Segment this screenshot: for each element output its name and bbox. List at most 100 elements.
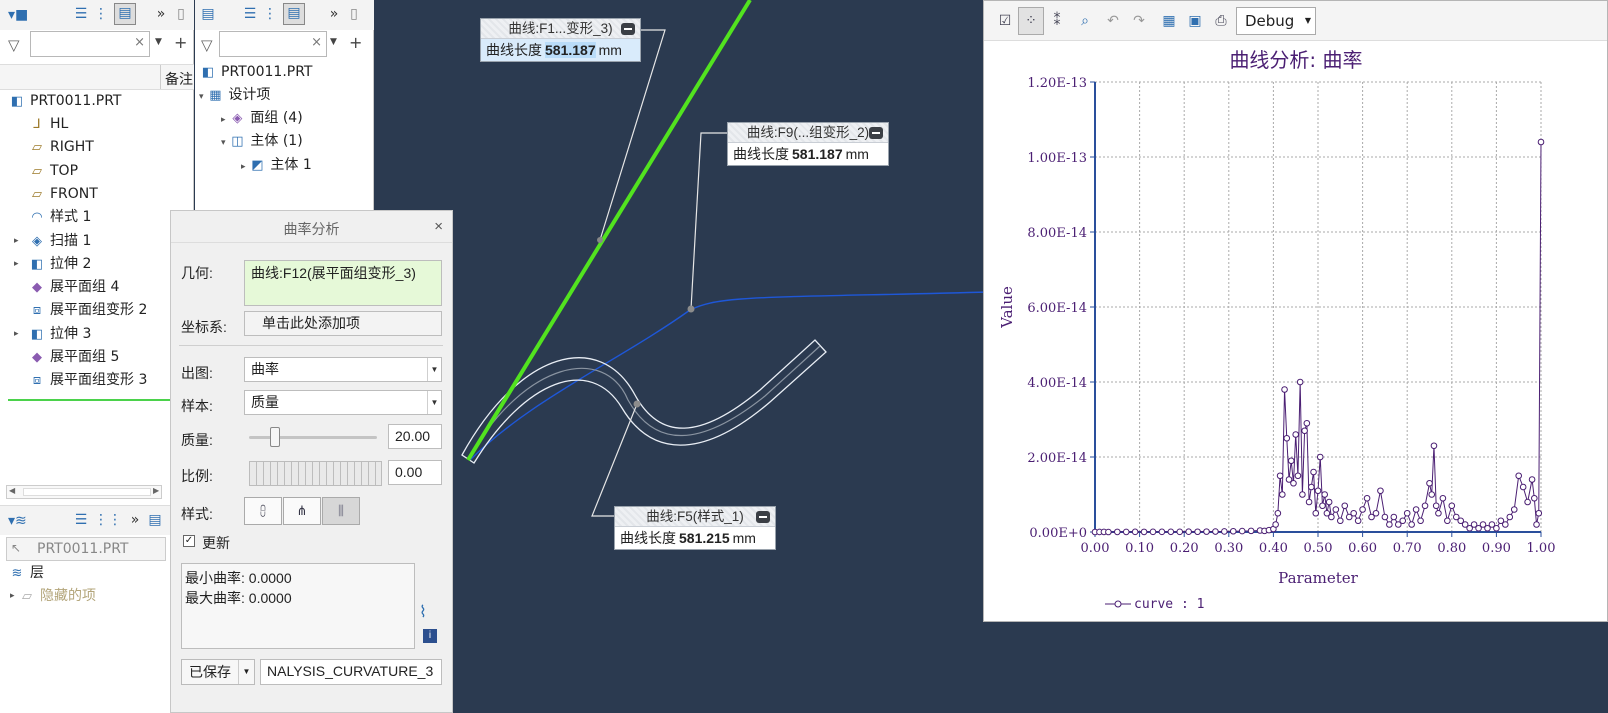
data-point: [1167, 528, 1175, 536]
analysis-name-input[interactable]: NALYSIS_CURVATURE_3: [260, 659, 442, 685]
dropdown-arrow-icon[interactable]: ▼: [427, 358, 441, 381]
y-tick-label: 1.20E-13: [1027, 76, 1087, 91]
length-label: 曲线长度: [733, 146, 789, 162]
scale-input[interactable]: 0.00: [388, 460, 442, 485]
callout-f9[interactable]: 曲线:F9(...组变形_2) 曲线长度 581.187 mm: [727, 122, 889, 166]
minimize-icon[interactable]: [869, 127, 883, 139]
leader-line-2: [690, 132, 728, 310]
style-spikes-button[interactable]: ⋔: [283, 497, 321, 525]
info-icon[interactable]: i: [423, 629, 437, 643]
saved-arrow-icon[interactable]: ▼: [238, 660, 254, 684]
callout-f12-title: 曲线:F1...变形_3): [508, 21, 613, 36]
leader-dot-2: [687, 305, 695, 313]
data-point: [1308, 483, 1315, 491]
data-point: [1221, 528, 1228, 535]
callout-f9-header[interactable]: 曲线:F9(...组变形_2): [728, 123, 888, 143]
data-point: [1354, 517, 1362, 525]
data-point: [1114, 528, 1121, 536]
close-icon[interactable]: ×: [434, 218, 443, 235]
series-line: [1094, 141, 1542, 533]
dropdown-arrow-icon[interactable]: ▼: [427, 391, 441, 414]
x-tick-label: 0.70: [1393, 541, 1422, 556]
data-point: [1439, 494, 1447, 502]
plot-label: 出图:: [181, 365, 213, 381]
debug-arrow-icon[interactable]: ▼: [1305, 8, 1311, 34]
chart-title: 曲线分析: 曲率: [1229, 48, 1362, 72]
data-point: [1325, 498, 1333, 506]
data-point: [1390, 513, 1398, 521]
data-point: [1316, 453, 1324, 461]
dialog-titlebar[interactable]: 曲率分析 ×: [171, 211, 452, 243]
plot-select[interactable]: 曲率 ▼: [244, 357, 442, 382]
style-label: 样式:: [181, 506, 213, 522]
data-point: [1399, 517, 1407, 525]
curvature-analysis-dialog: 曲率分析 × 几何: 曲线:F12(展平面组变形_3) 坐标系: 单击此处添加项…: [170, 210, 453, 713]
undo-icon[interactable]: ↶: [1100, 7, 1126, 35]
data-point: [1131, 528, 1139, 536]
data-point: [1363, 494, 1371, 502]
data-point: [1337, 517, 1344, 525]
blue-curve: [469, 291, 991, 461]
length-value: 581.215: [679, 530, 730, 546]
callout-f5[interactable]: 曲线:F5(样式_1) 曲线长度 581.215 mm: [614, 506, 776, 550]
table-icon[interactable]: ▦: [1156, 7, 1182, 35]
minimize-icon[interactable]: [621, 23, 635, 35]
data-point: [1537, 138, 1545, 146]
data-point: [1515, 472, 1523, 480]
export-icon[interactable]: ▣: [1182, 7, 1208, 35]
data-point: [1279, 491, 1286, 498]
leader-line-3: [591, 403, 638, 517]
green-curve: [466, 0, 752, 462]
quality-input[interactable]: 20.00: [388, 424, 442, 449]
saved-dropdown[interactable]: 已保存 ▼: [181, 659, 255, 685]
scale-wheel[interactable]: [249, 461, 382, 486]
redo-icon[interactable]: ↷: [1126, 7, 1152, 35]
sweep-centerline: [467, 345, 821, 460]
data-point: [1435, 509, 1442, 517]
update-label: 更新: [202, 535, 230, 551]
data-point: [1444, 517, 1451, 525]
callout-f12[interactable]: 曲线:F1...变形_3) 曲线长度 581.187 mm: [480, 18, 641, 62]
quality-slider-track[interactable]: [249, 436, 377, 439]
data-point: [1448, 502, 1456, 510]
data-point: [1292, 431, 1300, 438]
callout-f12-header[interactable]: 曲线:F1...变形_3): [481, 19, 640, 39]
debug-dropdown[interactable]: Debug ▼: [1236, 7, 1316, 35]
saved-label: 已保存: [189, 664, 231, 680]
sample-label: 样本:: [181, 398, 213, 414]
pan-icon[interactable]: ⁑: [1044, 7, 1070, 35]
data-point: [1294, 472, 1302, 480]
x-tick-label: 1.00: [1527, 541, 1556, 556]
checklist-icon[interactable]: ☑: [992, 7, 1018, 35]
x-tick-label: 0.80: [1437, 541, 1466, 556]
data-point: [1535, 509, 1543, 517]
data-point: [1229, 527, 1237, 535]
callout-f5-header[interactable]: 曲线:F5(样式_1): [615, 507, 775, 527]
graph-icon[interactable]: ⌇: [419, 602, 427, 622]
print-icon[interactable]: ⎙: [1208, 7, 1234, 35]
csys-collector[interactable]: 单击此处添加项: [244, 311, 442, 336]
data-point: [1502, 521, 1509, 528]
data-point: [1533, 521, 1540, 528]
data-point: [1281, 386, 1288, 393]
update-checkbox[interactable]: ✓: [183, 535, 195, 547]
quality-slider-thumb[interactable]: [269, 427, 280, 447]
data-point: [1381, 513, 1389, 521]
style-bars-button[interactable]: ⫼: [322, 497, 360, 525]
data-point: [1350, 509, 1357, 517]
data-point: [1305, 498, 1313, 506]
grid-toggle-icon[interactable]: ⁘: [1018, 7, 1044, 35]
data-point: [1290, 479, 1297, 487]
zoom-icon[interactable]: ⌕: [1072, 7, 1098, 35]
minimize-icon[interactable]: [756, 511, 770, 523]
y-tick-label: 2.00E-14: [1027, 451, 1087, 466]
data-point: [1272, 521, 1279, 528]
sample-select[interactable]: 质量 ▼: [244, 390, 442, 415]
curvature-chart[interactable]: 曲线分析: 曲率 0.00 0.10 0.20 0.30 0.40 0.50 0.60 0.70…: [984, 41, 1607, 621]
style-comb-button[interactable]: ⩉: [244, 497, 282, 525]
data-point: [1299, 491, 1306, 498]
data-point: [1274, 509, 1282, 517]
callout-f5-title: 曲线:F5(样式_1): [646, 509, 744, 524]
y-tick-label: 8.00E-14: [1027, 226, 1087, 241]
geometry-collector[interactable]: 曲线:F12(展平面组变形_3): [244, 260, 442, 306]
